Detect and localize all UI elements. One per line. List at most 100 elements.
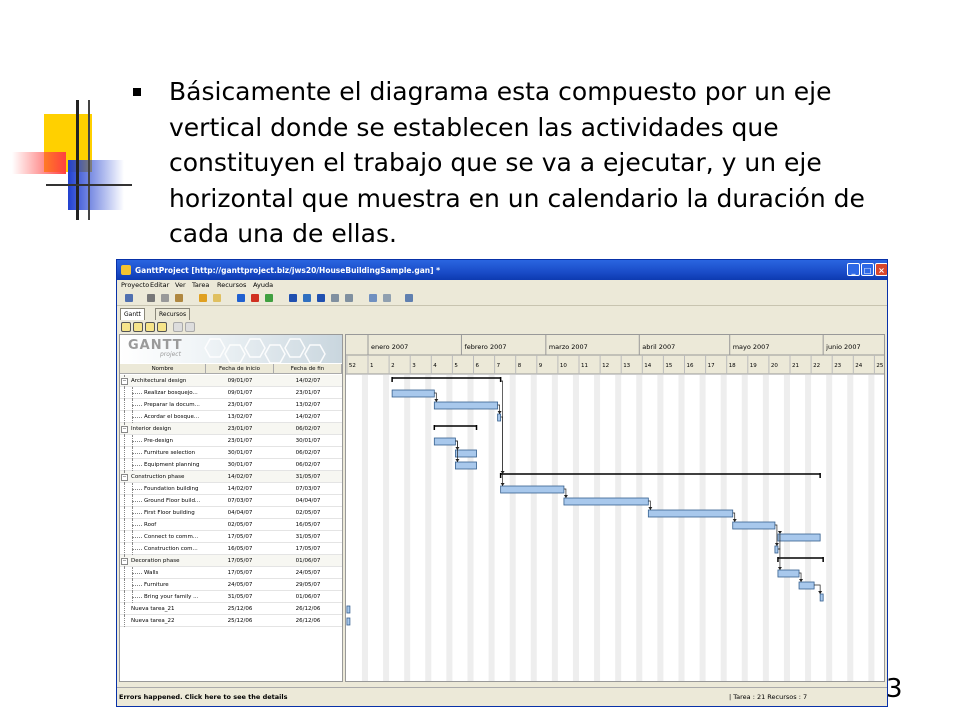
task-row[interactable]: Roof 02/05/07 16/05/07	[120, 519, 342, 531]
task-row[interactable]: Equipment planning 30/01/07 06/02/07	[120, 459, 342, 471]
maximize-button[interactable]: □	[861, 263, 874, 276]
zoom-out-icon[interactable]	[345, 294, 353, 302]
properties-icon[interactable]	[265, 294, 273, 302]
app-icon	[121, 265, 131, 275]
task-bar[interactable]	[774, 545, 779, 554]
task-row[interactable]: − Architectural design 09/01/07 14/02/07	[120, 375, 342, 387]
indent-icon[interactable]	[133, 322, 143, 332]
bullet-marker	[133, 88, 141, 96]
delete-icon[interactable]	[251, 294, 259, 302]
task-start-date: 09/01/07	[227, 378, 253, 384]
task-row[interactable]: Connect to comm... 17/05/07 31/05/07	[120, 531, 342, 543]
tree-line	[132, 435, 133, 447]
move-right-icon[interactable]	[317, 294, 325, 302]
task-row[interactable]: Furniture selection 30/01/07 06/02/07	[120, 447, 342, 459]
task-row[interactable]: Preparar la docum... 23/01/07 13/02/07	[120, 399, 342, 411]
task-row[interactable]: Construction com... 16/05/07 17/05/07	[120, 543, 342, 555]
collapse-toggle-icon[interactable]: −	[121, 474, 128, 481]
error-message[interactable]: Errors happened. Click here to see the d…	[119, 693, 287, 701]
task-bar[interactable]	[563, 497, 649, 506]
task-name: Equipment planning	[144, 462, 200, 468]
menu-ver[interactable]: Ver	[175, 281, 186, 289]
task-row[interactable]: − Decoration phase 17/05/07 01/06/07	[120, 555, 342, 567]
weekend-stripe	[572, 375, 579, 681]
print-icon[interactable]	[369, 294, 377, 302]
column-header-name[interactable]: Nombre	[120, 364, 206, 374]
task-bar[interactable]	[346, 617, 351, 626]
menu-proyecto[interactable]: Proyecto	[121, 281, 149, 289]
task-bar[interactable]	[777, 533, 821, 542]
task-bar[interactable]	[647, 509, 734, 518]
paste-icon[interactable]	[175, 294, 183, 302]
preview-icon[interactable]	[383, 294, 391, 302]
close-button[interactable]: ×	[875, 263, 887, 276]
task-bar[interactable]	[433, 401, 499, 410]
move-left-icon[interactable]	[289, 294, 297, 302]
task-row[interactable]: − Construction phase 14/02/07 31/05/07	[120, 471, 342, 483]
cut-icon[interactable]	[147, 294, 155, 302]
task-row[interactable]: First Floor building 04/04/07 02/05/07	[120, 507, 342, 519]
tree-line	[124, 603, 125, 615]
task-bar[interactable]	[433, 437, 456, 446]
task-bar[interactable]	[455, 461, 477, 470]
column-header-start[interactable]: Fecha de inicio	[206, 364, 274, 374]
month-label: mayo 2007	[733, 343, 770, 351]
task-row[interactable]: Ground Floor build... 07/03/07 04/04/07	[120, 495, 342, 507]
task-row[interactable]: Bring your family ... 31/05/07 01/06/07	[120, 591, 342, 603]
minimize-button[interactable]: _	[847, 263, 860, 276]
task-start-date: 17/05/07	[227, 534, 253, 540]
collapse-toggle-icon[interactable]: −	[121, 378, 128, 385]
link-icon[interactable]	[237, 294, 245, 302]
task-bar[interactable]	[391, 389, 435, 398]
zoom-in-icon[interactable]	[331, 294, 339, 302]
move-up-icon[interactable]	[145, 322, 155, 332]
outdent-icon[interactable]	[121, 322, 131, 332]
grid-icon[interactable]	[303, 294, 311, 302]
title-bar[interactable]: GanttProject [http://ganttproject.biz/jw…	[117, 260, 887, 280]
task-end-date: 26/12/06	[295, 606, 321, 612]
task-bar[interactable]	[777, 569, 800, 578]
link-tasks-icon[interactable]	[173, 322, 183, 332]
task-bar[interactable]	[346, 605, 351, 614]
copy-icon[interactable]	[161, 294, 169, 302]
task-end-date: 06/02/07	[295, 462, 321, 468]
task-row[interactable]: Nueva tarea_21 25/12/06 26/12/06	[120, 603, 342, 615]
task-row[interactable]: Furniture 24/05/07 29/05/07	[120, 579, 342, 591]
task-name: Construction phase	[131, 474, 185, 480]
tree-branch	[132, 441, 142, 442]
tree-line	[124, 447, 125, 459]
week-label: 15	[665, 363, 672, 369]
task-row[interactable]: − Interior design 23/01/07 06/02/07	[120, 423, 342, 435]
task-row[interactable]: Pre-design 23/01/07 30/01/07	[120, 435, 342, 447]
week-label: 4	[433, 363, 437, 369]
tab-gantt[interactable]: Gantt	[120, 308, 145, 320]
task-bar[interactable]	[497, 413, 502, 422]
menu-recursos[interactable]: Recursos	[217, 281, 246, 289]
menu-editar[interactable]: Editar	[150, 281, 169, 289]
chart-options-icon[interactable]	[405, 294, 413, 302]
task-bar[interactable]	[819, 593, 824, 602]
task-row[interactable]: Walls 17/05/07 24/05/07	[120, 567, 342, 579]
redo-icon[interactable]	[213, 294, 221, 302]
unlink-tasks-icon[interactable]	[185, 322, 195, 332]
menu-tarea[interactable]: Tarea	[192, 281, 209, 289]
task-start-date: 14/02/07	[227, 486, 253, 492]
task-row[interactable]: Acordar el bosque... 13/02/07 14/02/07	[120, 411, 342, 423]
task-bar[interactable]	[732, 521, 776, 530]
menu-ayuda[interactable]: Ayuda	[253, 281, 273, 289]
task-end-date: 14/02/07	[295, 414, 321, 420]
task-row[interactable]: Realizar bosquejo... 09/01/07 23/01/07	[120, 387, 342, 399]
column-header-end[interactable]: Fecha de fin	[274, 364, 342, 374]
save-icon[interactable]	[125, 294, 133, 302]
task-row[interactable]: Foundation building 14/02/07 07/03/07	[120, 483, 342, 495]
undo-icon[interactable]	[199, 294, 207, 302]
task-bar[interactable]	[455, 449, 477, 458]
task-bar[interactable]	[798, 581, 815, 590]
tab-recursos[interactable]: Recursos	[155, 308, 191, 320]
task-bar[interactable]	[500, 485, 565, 494]
task-end-date: 17/05/07	[295, 546, 321, 552]
task-row[interactable]: Nueva tarea_22 25/12/06 26/12/06	[120, 615, 342, 627]
move-down-icon[interactable]	[157, 322, 167, 332]
collapse-toggle-icon[interactable]: −	[121, 426, 128, 433]
collapse-toggle-icon[interactable]: −	[121, 558, 128, 565]
